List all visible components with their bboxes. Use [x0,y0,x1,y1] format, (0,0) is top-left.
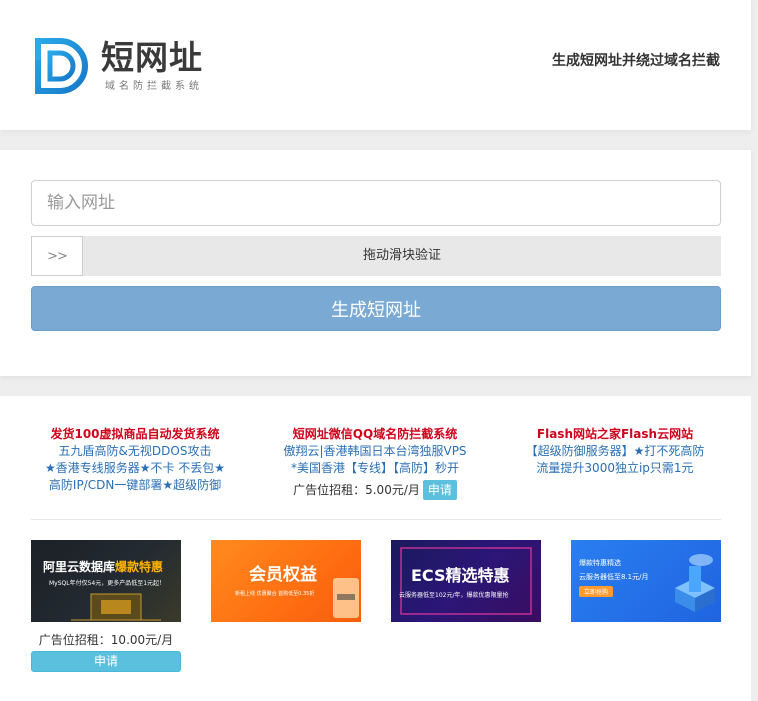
banner-ad-cloud-server[interactable]: 爆款特惠精选 云服务器低至8.1元/月 立即抢购 [571,540,721,622]
server-stack-icon [675,554,715,612]
ad-link[interactable]: 傲翔云|香港韩国日本台湾独服VPS [260,443,490,460]
text-ad: 短网址微信QQ域名防拦截系统 傲翔云|香港韩国日本台湾独服VPS *美国香港【专… [260,426,490,500]
ad-link[interactable]: 流量提升3000独立ip只需1元 [500,460,730,477]
ad-link[interactable]: 高防IP/CDN一键部署★超级防御 [20,477,250,494]
banner-subtitle: 云服务器低至8.1元/月 [579,573,649,581]
apply-button[interactable]: 申请 [422,480,457,500]
banner-kicker: 爆款特惠精选 [579,559,621,567]
ad-link[interactable]: 五九盾高防&无视DDOS攻击 [20,443,250,460]
ad-link[interactable]: ★香港专线服务器★不卡 不丢包★ [20,460,250,477]
banner-subtitle: MySQL年付仅54元，更多产品低至1元起！ [49,580,166,587]
form-card: >> 拖动滑块验证 生成短网址 [0,150,751,376]
ad-price-text: 广告位招租：5.00元/月 [293,483,420,497]
ad-title-link[interactable]: Flash网站之家Flash云网站 [500,426,730,443]
generate-button[interactable]: 生成短网址 [31,286,721,331]
card-graphic-icon [333,578,359,618]
banner-ad-aliyun-db[interactable]: 阿里云数据库爆款特惠 MySQL年付仅54元，更多产品低至1元起！ [31,540,181,622]
slider-handle[interactable]: >> [31,236,83,276]
banner-subtitle: 新租上线 优惠聚合 首购低至0.35折 [235,591,315,597]
banner-title: 阿里云数据库爆款特惠 [43,560,164,574]
slider-text: 拖动滑块验证 [362,248,441,263]
banner-ad-ecs[interactable]: ECS精选特惠 云服务器低至102元/年，爆款优惠限量抢 [391,540,541,622]
ad-title-link[interactable]: 短网址微信QQ域名防拦截系统 [260,426,490,443]
ad-price-row: 广告位招租：5.00元/月 申请 [260,480,490,500]
logo-subtitle: 域名防拦截系统 [105,81,203,92]
text-ad: Flash网站之家Flash云网站 【超级防御服务器】★打不死高防 流量提升30… [500,426,730,477]
banner-subtitle: 云服务器低至102元/年，爆款优惠限量抢 [399,592,509,599]
double-chevron-right-icon: >> [47,248,68,264]
ads-card: 发货100虚拟商品自动发货系统 五九盾高防&无视DDOS攻击 ★香港专线服务器★… [0,396,751,701]
logo-title: 短网址 [101,38,203,77]
ad-link[interactable]: *美国香港【专线】【高防】秒开 [260,460,490,477]
ad-title-link[interactable]: 发货100虚拟商品自动发货系统 [20,426,250,443]
banner-apply-button[interactable]: 申请 [31,651,181,672]
banner-buy-button[interactable]: 立即抢购 [579,586,614,597]
banner-ad-member[interactable]: 会员权益 新租上线 优惠聚合 首购低至0.35折 [211,540,361,622]
banner-ad-price: 广告位招租：10.00元/月 [38,633,174,647]
header-card: 短网址 域名防拦截系统 生成短网址并绕过域名拦截 [0,0,751,130]
text-ad: 发货100虚拟商品自动发货系统 五九盾高防&无视DDOS攻击 ★香港专线服务器★… [20,426,250,494]
chip-graphic-icon [71,593,161,621]
banner-title: ECS精选特惠 [411,566,510,585]
divider [31,519,721,520]
url-input[interactable] [31,180,721,226]
banner-title: 会员权益 [249,565,317,585]
slider-verify[interactable]: >> 拖动滑块验证 [31,236,721,276]
ad-link[interactable]: 【超级防御服务器】★打不死高防 [500,443,730,460]
header-slogan: 生成短网址并绕过域名拦截 [552,53,720,69]
logo-d-icon [35,38,88,94]
